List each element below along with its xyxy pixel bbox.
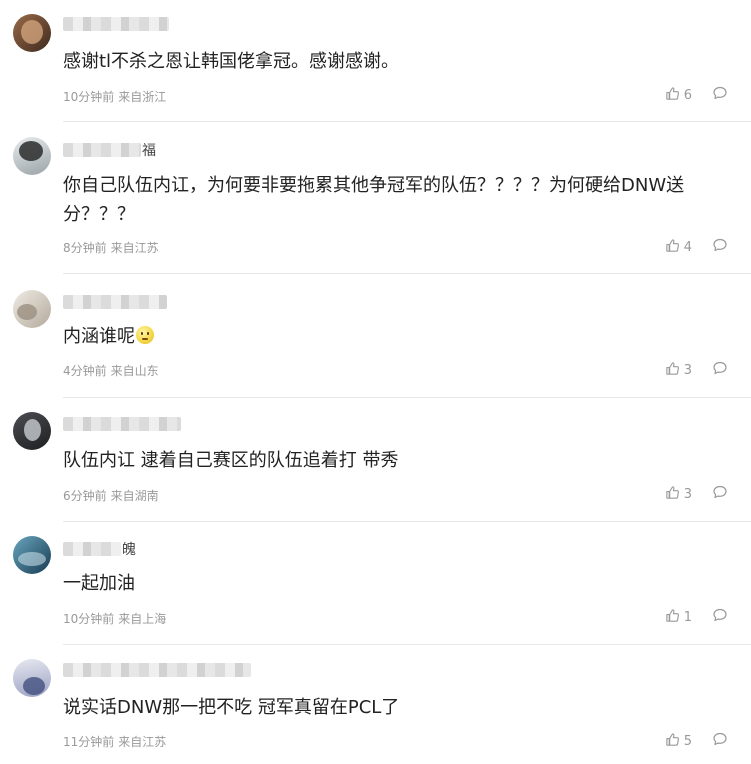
reply-button[interactable] [712, 607, 728, 627]
comment-actions: 3 [665, 361, 728, 379]
like-count: 3 [683, 362, 692, 378]
comment-text: 内涵谁呢 [63, 322, 743, 351]
reply-button[interactable] [712, 237, 728, 257]
comment-time: 10分钟前 [63, 90, 115, 104]
like-count: 6 [683, 87, 692, 103]
comment-bubble-icon [712, 85, 728, 105]
username-blur [63, 663, 251, 677]
username[interactable] [63, 416, 182, 432]
comment-location: 来自上海 [118, 612, 167, 626]
comment-actions: 6 [665, 86, 728, 104]
username[interactable]: 福 [63, 142, 156, 159]
reply-button[interactable] [712, 85, 728, 105]
username[interactable] [63, 662, 252, 678]
like-button[interactable]: 1 [665, 608, 692, 627]
user-avatar[interactable] [13, 412, 51, 450]
like-count: 1 [683, 609, 692, 625]
username-blur [63, 295, 167, 309]
comment-meta: 8分钟前 来自江苏 [63, 239, 159, 256]
comment-text: 队伍内讧 逮着自己赛区的队伍追着打 带秀 [63, 450, 399, 471]
username-blur [63, 542, 121, 556]
user-avatar[interactable] [13, 659, 51, 697]
username[interactable] [63, 16, 170, 32]
comment-meta: 11分钟前 来自江苏 [63, 733, 166, 750]
comment-time: 11分钟前 [63, 735, 115, 749]
reply-button[interactable] [712, 731, 728, 751]
comment-text: 你自己队伍内讧，为何要非要拖累其他争冠军的队伍？？？？为何硬给DNW送分？？？ [63, 175, 685, 225]
like-button[interactable]: 3 [665, 485, 692, 504]
like-count: 3 [683, 486, 692, 502]
user-avatar[interactable] [13, 536, 51, 574]
comment-text: 说实话DNW那一把不吃 冠军真留在PCL了 [63, 697, 400, 718]
comment-item: 说实话DNW那一把不吃 冠军真留在PCL了 11分钟前 来自江苏 5 [0, 645, 751, 764]
username-suffix: 魄 [122, 542, 136, 558]
comment-item: 感谢tl不杀之恩让韩国佬拿冠。感谢感谢。 10分钟前 来自浙江 6 [0, 0, 751, 122]
thumbs-up-icon [665, 238, 684, 257]
comment-time: 4分钟前 [63, 364, 107, 378]
reply-button[interactable] [712, 360, 728, 380]
comment-item: 内涵谁呢 4分钟前 来自山东 3 [0, 274, 751, 398]
comment-text: 感谢tl不杀之恩让韩国佬拿冠。感谢感谢。 [63, 51, 400, 72]
comment-text: 一起加油 [63, 573, 135, 594]
thumbs-up-icon [665, 732, 684, 751]
like-button[interactable]: 4 [665, 238, 692, 257]
comment-location: 来自江苏 [118, 735, 167, 749]
comment-item: 福 你自己队伍内讧，为何要非要拖累其他争冠军的队伍？？？？为何硬给DNW送分？？… [0, 122, 751, 274]
user-avatar[interactable] [13, 137, 51, 175]
comment-meta: 6分钟前 来自湖南 [63, 487, 159, 504]
like-count: 5 [683, 733, 692, 749]
comment-actions: 4 [665, 238, 728, 256]
thumbs-up-icon [665, 485, 684, 504]
comment-bubble-icon [712, 731, 728, 751]
user-avatar[interactable] [13, 290, 51, 328]
comment-location: 来自山东 [110, 364, 159, 378]
reply-button[interactable] [712, 484, 728, 504]
comment-meta: 10分钟前 来自浙江 [63, 88, 166, 105]
comment-bubble-icon [712, 237, 728, 257]
comment-actions: 3 [665, 485, 728, 503]
username[interactable] [63, 294, 168, 310]
like-button[interactable]: 3 [665, 361, 692, 380]
thinking-face-emoji-icon [136, 326, 154, 344]
comment-list: 感谢tl不杀之恩让韩国佬拿冠。感谢感谢。 10分钟前 来自浙江 6 福 你自己队… [0, 0, 751, 764]
comment-time: 10分钟前 [63, 612, 115, 626]
comment-actions: 5 [665, 732, 728, 750]
comment-location: 来自湖南 [110, 489, 159, 503]
comment-item: 队伍内讧 逮着自己赛区的队伍追着打 带秀 6分钟前 来自湖南 3 [0, 398, 751, 522]
comment-meta: 10分钟前 来自上海 [63, 610, 166, 627]
username-blur [63, 417, 181, 431]
like-count: 4 [683, 239, 692, 255]
like-button[interactable]: 5 [665, 732, 692, 751]
username-blur [63, 17, 169, 31]
comment-bubble-icon [712, 484, 728, 504]
comment-item: 魄 一起加油 10分钟前 来自上海 1 [0, 522, 751, 645]
comment-bubble-icon [712, 360, 728, 380]
thumbs-up-icon [665, 361, 684, 380]
comment-text-body: 内涵谁呢 [63, 326, 135, 347]
user-avatar[interactable] [13, 14, 51, 52]
comment-time: 8分钟前 [63, 241, 107, 255]
username-suffix: 福 [142, 143, 156, 159]
comment-actions: 1 [665, 608, 728, 626]
thumbs-up-icon [665, 86, 684, 105]
thumbs-up-icon [665, 608, 684, 627]
username-blur [63, 143, 141, 157]
comment-meta: 4分钟前 来自山东 [63, 362, 159, 379]
username[interactable]: 魄 [63, 541, 136, 558]
comment-bubble-icon [712, 607, 728, 627]
comment-location: 来自浙江 [118, 90, 167, 104]
comment-time: 6分钟前 [63, 489, 107, 503]
like-button[interactable]: 6 [665, 86, 692, 105]
comment-location: 来自江苏 [110, 241, 159, 255]
